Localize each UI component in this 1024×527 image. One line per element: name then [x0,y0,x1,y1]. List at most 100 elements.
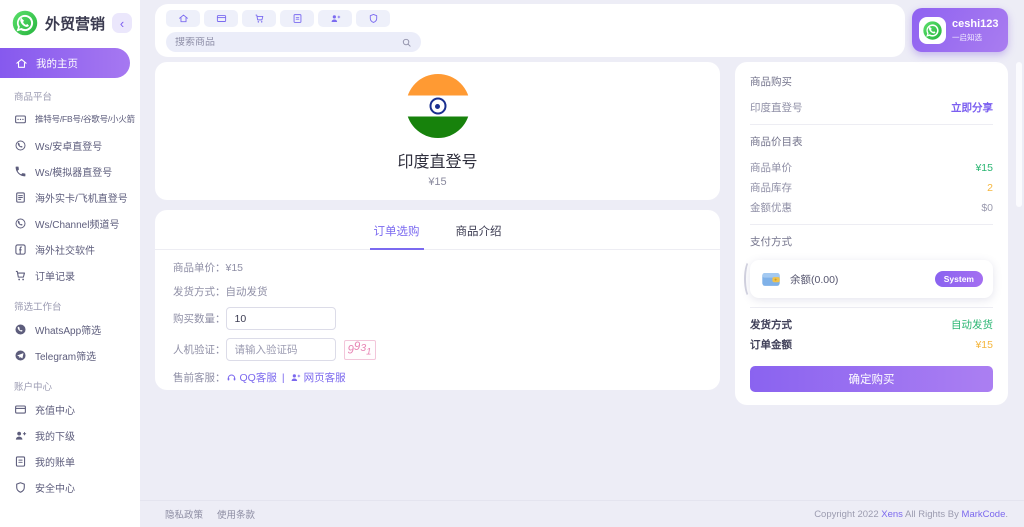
brand-markcode-link[interactable]: MarkCode [962,509,1006,520]
panel-title: 商品购买 [750,74,993,89]
whatsapp-filled-icon [14,323,27,336]
sidebar: 外贸营销 ‹ 我的主页 商品平台 推特号/FB号/谷歌号/小火箭 Ws/安卓直登… [0,0,140,527]
app-logo-icon [11,9,39,37]
agent-icon [290,372,301,383]
sidebar-item-label: Ws/Channel频道号 [35,216,119,231]
page: 外贸营销 ‹ 我的主页 商品平台 推特号/FB号/谷歌号/小火箭 Ws/安卓直登… [0,0,1024,527]
search-icon[interactable] [401,37,412,48]
web-service-link[interactable]: 网页客服 [290,370,346,385]
qq-service-label: QQ客服 [240,370,277,385]
sidebar-item-home[interactable]: 我的主页 [0,48,130,78]
home-icon [178,13,189,24]
sidebar-item-twitter-fb-google[interactable]: 推特号/FB号/谷歌号/小火箭 [0,106,140,132]
sidebar-item-overseas-card[interactable]: 海外实卡/飞机直登号 [0,184,140,210]
footer: 隐私政策 使用条款 Copyright 2022 Xens All Rights… [140,500,1024,527]
app-logo-icon [922,20,943,41]
balance-label: 余额(0.00) [790,272,838,287]
team-icon [330,13,341,24]
document-icon [14,191,27,204]
order-tabs: 订单选购 商品介绍 [155,210,720,250]
captcha-input[interactable] [226,338,336,361]
copyright: Copyright 2022 Xens All Rights By MarkCo… [814,509,1008,520]
sidebar-collapse-button[interactable]: ‹ [112,13,132,33]
sidebar-item-ws-emulator[interactable]: Ws/模拟器直登号 [0,158,140,184]
tab-orders[interactable] [242,10,276,27]
sidebar-item-label: 订单记录 [35,268,75,283]
sidebar-item-label: Ws/安卓直登号 [35,138,102,153]
user-badge[interactable]: ceshi123 一启知选 [912,8,1008,52]
sidebar-item-ws-channel[interactable]: Ws/Channel频道号 [0,210,140,236]
sidebar-item-label: 充值中心 [35,402,75,417]
panel-product-name: 印度直登号 [750,100,803,115]
sidebar-item-bills[interactable]: 我的账单 [0,448,140,474]
copyright-text: . [1005,509,1008,520]
wallet-icon [760,268,782,290]
sidebar-item-order-history[interactable]: 订单记录 [0,262,140,288]
captcha-label: 人机验证： [173,342,226,357]
brand-xens-link[interactable]: Xens [881,509,903,520]
tab-home[interactable] [166,10,200,27]
unit-price-label: 商品单价 [750,160,792,175]
delivery-value: 自动发货 [226,284,268,299]
order-card: 订单选购 商品介绍 商品单价： ¥15 发货方式： 自动发货 购买数量： 人机验… [155,210,720,390]
divider [750,124,993,125]
sidebar-item-security[interactable]: 安全中心 [0,474,140,500]
captcha-image[interactable]: 9931 [344,340,376,360]
sidebar-item-ws-android[interactable]: Ws/安卓直登号 [0,132,140,158]
sidebar-item-recharge[interactable]: 充值中心 [0,396,140,422]
header [155,4,905,57]
price-list-title: 商品价目表 [750,134,993,149]
quantity-input[interactable] [226,307,336,330]
tab-team[interactable] [318,10,352,27]
sidebar-item-whatsapp-filter[interactable]: WhatsApp筛选 [0,316,140,342]
user-name: ceshi123 [952,17,998,31]
sidebar-item-overseas-social[interactable]: 海外社交软件 [0,236,140,262]
card-icon [216,13,227,24]
sidebar-section-filter: 筛选工作台 [14,299,140,313]
tab-order-select[interactable]: 订单选购 [370,223,424,250]
bill-icon [14,455,27,468]
product-card: 印度直登号 ¥15 [155,62,720,200]
sidebar-item-telegram-filter[interactable]: Telegram筛选 [0,342,140,368]
shield-icon [368,13,379,24]
cart-icon [254,13,265,24]
discount-value: $0 [981,202,993,214]
payment-method-balance[interactable]: 余额(0.00) System [750,260,993,298]
tab-security[interactable] [356,10,390,27]
divider [750,307,993,308]
unit-price-value: ¥15 [226,262,244,274]
order-amount-label: 订单金额 [750,337,792,352]
tab-bills[interactable] [280,10,314,27]
qq-service-link[interactable]: QQ客服 [226,370,277,385]
stock-value: 2 [987,182,993,194]
copyright-text: All Rights By [903,509,962,520]
captcha-digit: 1 [366,347,371,357]
card-icon [14,403,27,416]
product-price: ¥15 [428,176,446,188]
sidebar-item-label: 海外社交软件 [35,242,95,257]
india-flag-image [406,74,470,138]
sidebar-item-label: 我的账单 [35,454,75,469]
order-amount-value: ¥15 [975,339,993,351]
cart-icon [14,269,27,282]
user-avatar [919,17,946,44]
sidebar-item-subordinates[interactable]: 我的下级 [0,422,140,448]
footer-links: 隐私政策 使用条款 [165,507,255,521]
sidebar-logo-row: 外贸营销 ‹ [0,0,140,46]
stock-label: 商品库存 [750,180,792,195]
confirm-purchase-button[interactable]: 确定购买 [750,366,993,392]
privacy-policy-link[interactable]: 隐私政策 [165,507,203,521]
telegram-icon [14,349,27,362]
search-input[interactable] [175,37,395,48]
facebook-icon [14,243,27,256]
tab-recharge[interactable] [204,10,238,27]
terms-link[interactable]: 使用条款 [217,507,255,521]
team-icon [14,429,27,442]
ashoka-chakra [429,98,446,115]
tab-product-intro[interactable]: 商品介绍 [452,223,506,249]
share-now-link[interactable]: 立即分享 [951,100,993,115]
headset-icon [226,372,237,383]
delivery-method-label: 发货方式 [750,317,792,332]
scrollbar-thumb[interactable] [1016,62,1022,207]
user-info: ceshi123 一启知选 [952,17,998,42]
